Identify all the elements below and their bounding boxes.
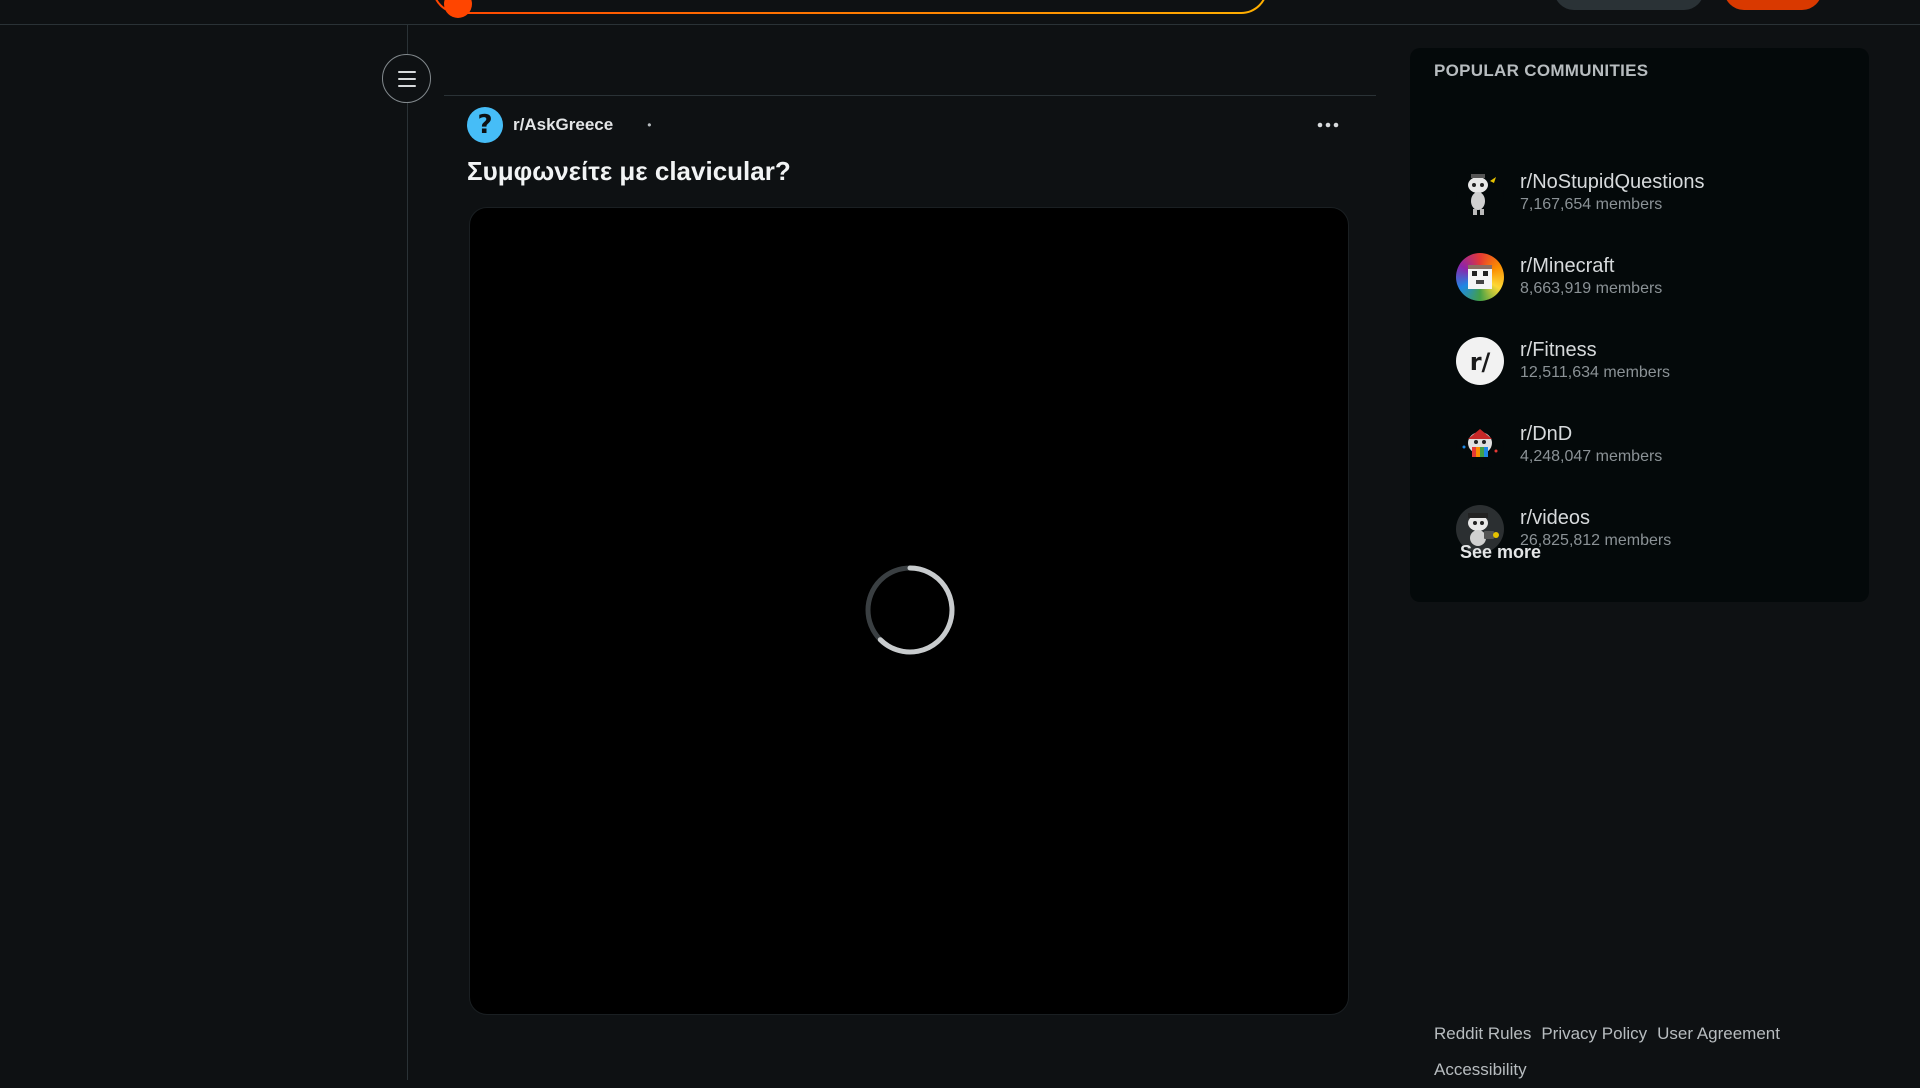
popular-communities-panel: POPULAR COMMUNITIES r/NoStupidQuestions …: [1410, 48, 1869, 602]
get-app-button[interactable]: [1554, 0, 1704, 10]
askgreece-question-icon[interactable]: ?: [467, 107, 503, 143]
subreddit-link[interactable]: r/AskGreece: [513, 115, 613, 135]
post-card[interactable]: ? r/AskGreece • Συμφωνείτε με clavicular…: [467, 106, 1351, 1015]
video-player[interactable]: [469, 207, 1349, 1015]
meta-separator: •: [647, 118, 652, 132]
community-name: r/NoStupidQuestions: [1520, 171, 1705, 193]
footer-links: Reddit Rules Privacy Policy User Agreement…: [1434, 1016, 1854, 1088]
community-item-minecraft[interactable]: r/Minecraft 8,663,919 members: [1456, 247, 1846, 307]
sidebar-toggle-button[interactable]: [382, 54, 431, 103]
login-button[interactable]: [1724, 0, 1822, 10]
snoo-thinking-icon: [1456, 169, 1504, 217]
svg-text:r/: r/: [1470, 348, 1491, 376]
dnd-snoo-icon: [1456, 421, 1504, 469]
community-members: 4,248,047 members: [1520, 448, 1663, 465]
community-item-dnd[interactable]: r/DnD 4,248,047 members: [1456, 415, 1846, 475]
community-members: 7,167,654 members: [1520, 196, 1663, 213]
top-header: [0, 0, 1920, 25]
reddit-r-icon: r/: [1456, 337, 1504, 385]
community-name: r/Minecraft: [1520, 255, 1615, 277]
privacy-policy-link[interactable]: Privacy Policy: [1541, 1024, 1647, 1043]
post-title[interactable]: Συμφωνείτε με clavicular?: [467, 154, 1351, 188]
accessibility-link[interactable]: Accessibility: [1434, 1060, 1527, 1079]
reddit-logo-icon: [444, 0, 472, 18]
community-name: r/videos: [1520, 507, 1591, 529]
loading-spinner-icon: [865, 565, 955, 655]
left-sidebar-divider: [407, 25, 408, 1080]
reddit-rules-link[interactable]: Reddit Rules: [1434, 1024, 1531, 1043]
community-members: 12,511,634 members: [1520, 364, 1671, 381]
more-horizontal-icon: [1317, 122, 1339, 128]
community-item-nostupidquestions[interactable]: r/NoStupidQuestions 7,167,654 members: [1456, 163, 1846, 223]
post-meta: ? r/AskGreece •: [467, 106, 1351, 144]
popular-communities-heading: POPULAR COMMUNITIES: [1434, 61, 1649, 80]
community-name: r/Fitness: [1520, 339, 1597, 361]
hamburger-menu-icon: [397, 70, 416, 87]
post-overflow-button[interactable]: [1313, 110, 1343, 140]
community-name: r/DnD: [1520, 423, 1573, 445]
community-item-fitness[interactable]: r/ r/Fitness 12,511,634 members: [1456, 331, 1846, 391]
user-agreement-link[interactable]: User Agreement: [1657, 1024, 1780, 1043]
search-bar[interactable]: [432, 0, 1268, 18]
feed-divider: [444, 95, 1376, 96]
minecraft-icon: [1456, 253, 1504, 301]
see-more-button[interactable]: See more: [1448, 536, 1553, 569]
community-members: 8,663,919 members: [1520, 280, 1663, 297]
